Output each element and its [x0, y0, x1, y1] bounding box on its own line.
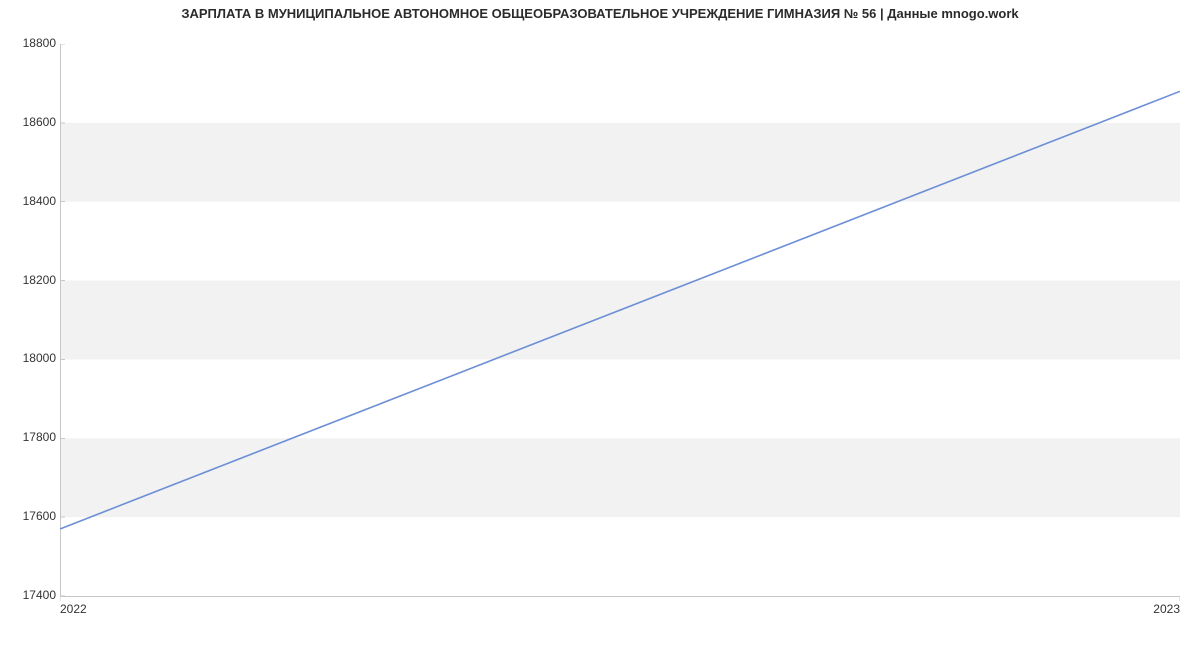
plot-area: 1740017600178001800018200184001860018800…	[60, 44, 1180, 614]
chart-svg	[60, 44, 1180, 614]
x-tick-label: 2022	[60, 602, 87, 616]
y-tick-label: 18000	[12, 351, 56, 365]
x-tick-label: 2023	[1146, 602, 1180, 616]
y-tick-label: 18400	[12, 194, 56, 208]
y-tick-label: 18200	[12, 273, 56, 287]
chart-container: ЗАРПЛАТА В МУНИЦИПАЛЬНОЕ АВТОНОМНОЕ ОБЩЕ…	[0, 0, 1200, 650]
y-tick-label: 17400	[12, 588, 56, 602]
y-tick-label: 18600	[12, 115, 56, 129]
y-tick-label: 17800	[12, 430, 56, 444]
y-tick-label: 18800	[12, 36, 56, 50]
grid-band	[60, 281, 1180, 360]
y-tick-label: 17600	[12, 509, 56, 523]
chart-title: ЗАРПЛАТА В МУНИЦИПАЛЬНОЕ АВТОНОМНОЕ ОБЩЕ…	[0, 6, 1200, 21]
grid-band	[60, 438, 1180, 517]
grid-band	[60, 123, 1180, 202]
